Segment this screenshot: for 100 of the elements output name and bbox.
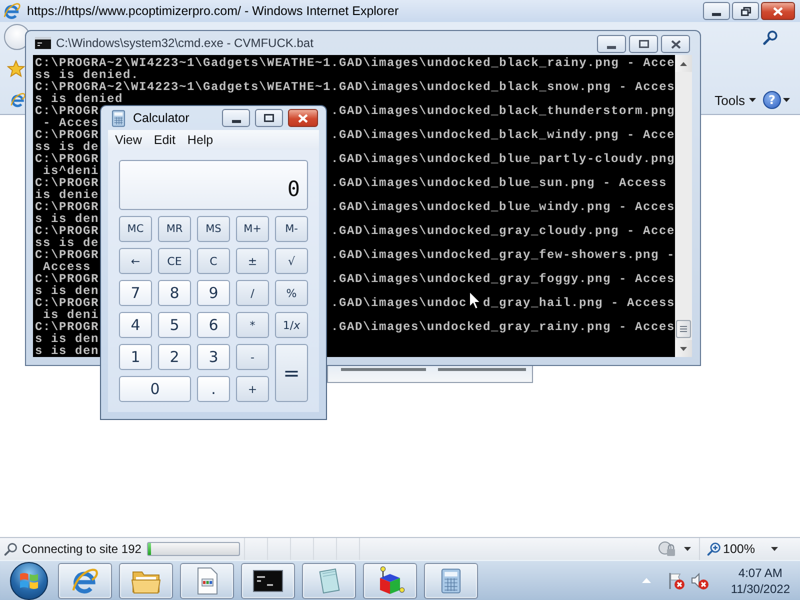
taskbar-button[interactable] — [241, 562, 295, 598]
scroll-down-button[interactable] — [675, 340, 692, 357]
window-title: Calculator — [133, 111, 190, 125]
close-button[interactable] — [661, 35, 690, 53]
calculator-key[interactable]: C — [197, 248, 230, 274]
close-button[interactable] — [761, 2, 795, 20]
caret-icon[interactable] — [771, 547, 778, 551]
close-icon — [298, 114, 308, 122]
calculator-key[interactable]: ← — [119, 248, 152, 274]
start-button[interactable] — [10, 562, 48, 600]
console-text: C:\PROGRA~2\WI4223~1\Gadgets\WEATHE~1.GAD\images\undocked_black_rainy.png - Acce — [35, 57, 676, 69]
menu-item[interactable]: Edit — [154, 133, 176, 147]
calculator-key[interactable]: CE — [158, 248, 191, 274]
search-icon[interactable] — [763, 30, 778, 44]
calculator-key[interactable]: M- — [275, 216, 308, 242]
calculator-key[interactable]: MR — [158, 216, 191, 242]
console-text: - Acces — [43, 117, 100, 129]
console-text: C:\PROGR — [35, 297, 100, 309]
menu-item[interactable]: Help — [187, 133, 214, 147]
caret-icon[interactable] — [783, 98, 790, 102]
calculator-key[interactable]: 4 — [119, 312, 152, 338]
console-text: s is den — [35, 345, 100, 357]
console-text: C:\PROGR — [35, 249, 100, 261]
calculator-key[interactable]: MS — [197, 216, 230, 242]
console-text: s is den — [35, 285, 100, 297]
calculator-key[interactable]: M+ — [236, 216, 269, 242]
notepad-icon — [317, 568, 341, 594]
calculator-key[interactable]: 9 — [197, 280, 230, 306]
console-text: C:\PROGR — [35, 153, 100, 165]
calculator-key[interactable]: 0 — [119, 376, 191, 402]
calculator-icon — [112, 110, 125, 126]
minimize-button[interactable] — [703, 2, 730, 20]
speaker-muted-icon[interactable] — [690, 572, 709, 590]
calculator-key[interactable]: + — [236, 376, 269, 402]
browser-logo-icon — [3, 2, 21, 20]
console-text: C:\PROGR — [35, 225, 100, 237]
console-text: is deni — [43, 309, 100, 321]
taskbar-button[interactable] — [363, 562, 417, 598]
calculator-key[interactable]: * — [236, 312, 269, 338]
console-text: C:\PROGR — [35, 177, 100, 189]
minimize-button[interactable] — [222, 109, 250, 127]
menu-item[interactable]: View — [115, 133, 142, 147]
restore-button[interactable] — [732, 2, 759, 20]
calculator-key[interactable]: % — [275, 280, 308, 306]
caret-down-icon — [680, 346, 687, 350]
calculator-icon — [441, 568, 461, 594]
calculator-key[interactable]: - — [236, 344, 269, 370]
console-text: .GAD\images\undocked_blue_sun.png - Access — [331, 177, 668, 189]
calculator-key[interactable]: 5 — [158, 312, 191, 338]
console-text: s is denied — [35, 93, 124, 105]
restore-icon — [740, 6, 750, 16]
calculator-key[interactable]: 1/x — [275, 312, 308, 338]
calculator-key[interactable]: 3 — [197, 344, 230, 370]
favorites-star-icon[interactable] — [7, 60, 25, 78]
calculator-key[interactable]: / — [236, 280, 269, 306]
flag-error-icon[interactable] — [666, 572, 685, 590]
calculator-key[interactable]: √ — [275, 248, 308, 274]
minimize-button[interactable] — [597, 35, 626, 53]
console-text: s is den — [35, 213, 100, 225]
calculator-key[interactable]: 2 — [158, 344, 191, 370]
minimize-icon — [607, 46, 616, 48]
close-icon — [773, 6, 783, 16]
browser-logo-icon[interactable] — [10, 92, 26, 108]
calculator-key[interactable]: 7 — [119, 280, 152, 306]
console-text: C:\PROGRA~2\WI4223~1\Gadgets\WEATHE~1.GAD\images\undocked_black_snow.png - Acces — [35, 81, 676, 93]
scroll-thumb[interactable] — [676, 320, 691, 338]
calculator-key[interactable]: 1 — [119, 344, 152, 370]
calculator-key[interactable]: . — [197, 376, 230, 402]
terminal-icon — [253, 570, 283, 592]
console-text: .GAD\images\undocked_black_thunderstorm.png — [331, 105, 676, 117]
console-text: .GAD\images\undocked_black_windy.png - Acce — [331, 129, 676, 141]
browser-logo-icon — [71, 566, 99, 594]
maximize-button[interactable] — [629, 35, 658, 53]
calculator-key[interactable]: ± — [236, 248, 269, 274]
close-icon — [670, 40, 680, 48]
calculator-key[interactable]: MC — [119, 216, 152, 242]
console-text: C:\PROGR — [35, 321, 100, 333]
calculator-key[interactable]: 8 — [158, 280, 191, 306]
console-text: is denie — [35, 189, 100, 201]
zoom-icon[interactable] — [707, 542, 722, 556]
scroll-up-button[interactable] — [675, 55, 692, 72]
close-button[interactable] — [288, 109, 318, 127]
console-text: d_gray_hail.png - Access — [483, 297, 676, 309]
calculator-key[interactable]: = — [275, 344, 308, 402]
console-text: C:\PROGR — [35, 105, 100, 117]
tools-menu-button[interactable]: Tools — [714, 89, 756, 111]
console-text: ss is denied. — [35, 69, 140, 81]
status-text: Connecting to site 192 — [22, 542, 142, 556]
console-text: is^deni — [43, 165, 100, 177]
caret-icon[interactable] — [684, 547, 692, 551]
lock-globe-icon[interactable] — [658, 541, 676, 557]
console-text: .GAD\images\undocked_gray_rainy.png - Acces — [331, 321, 676, 333]
calculator-key[interactable]: 6 — [197, 312, 230, 338]
display-value: 0 — [287, 179, 300, 200]
zoom-button[interactable]: 100% — [723, 542, 755, 556]
console-text: .GAD\images\undocked_blue_partly-cloudy.png — [331, 153, 676, 165]
maximize-icon — [638, 40, 648, 48]
clock-date[interactable]: 11/30/2022 — [730, 580, 790, 596]
clock-time[interactable]: 4:07 AM — [738, 564, 782, 580]
maximize-button[interactable] — [255, 109, 283, 127]
